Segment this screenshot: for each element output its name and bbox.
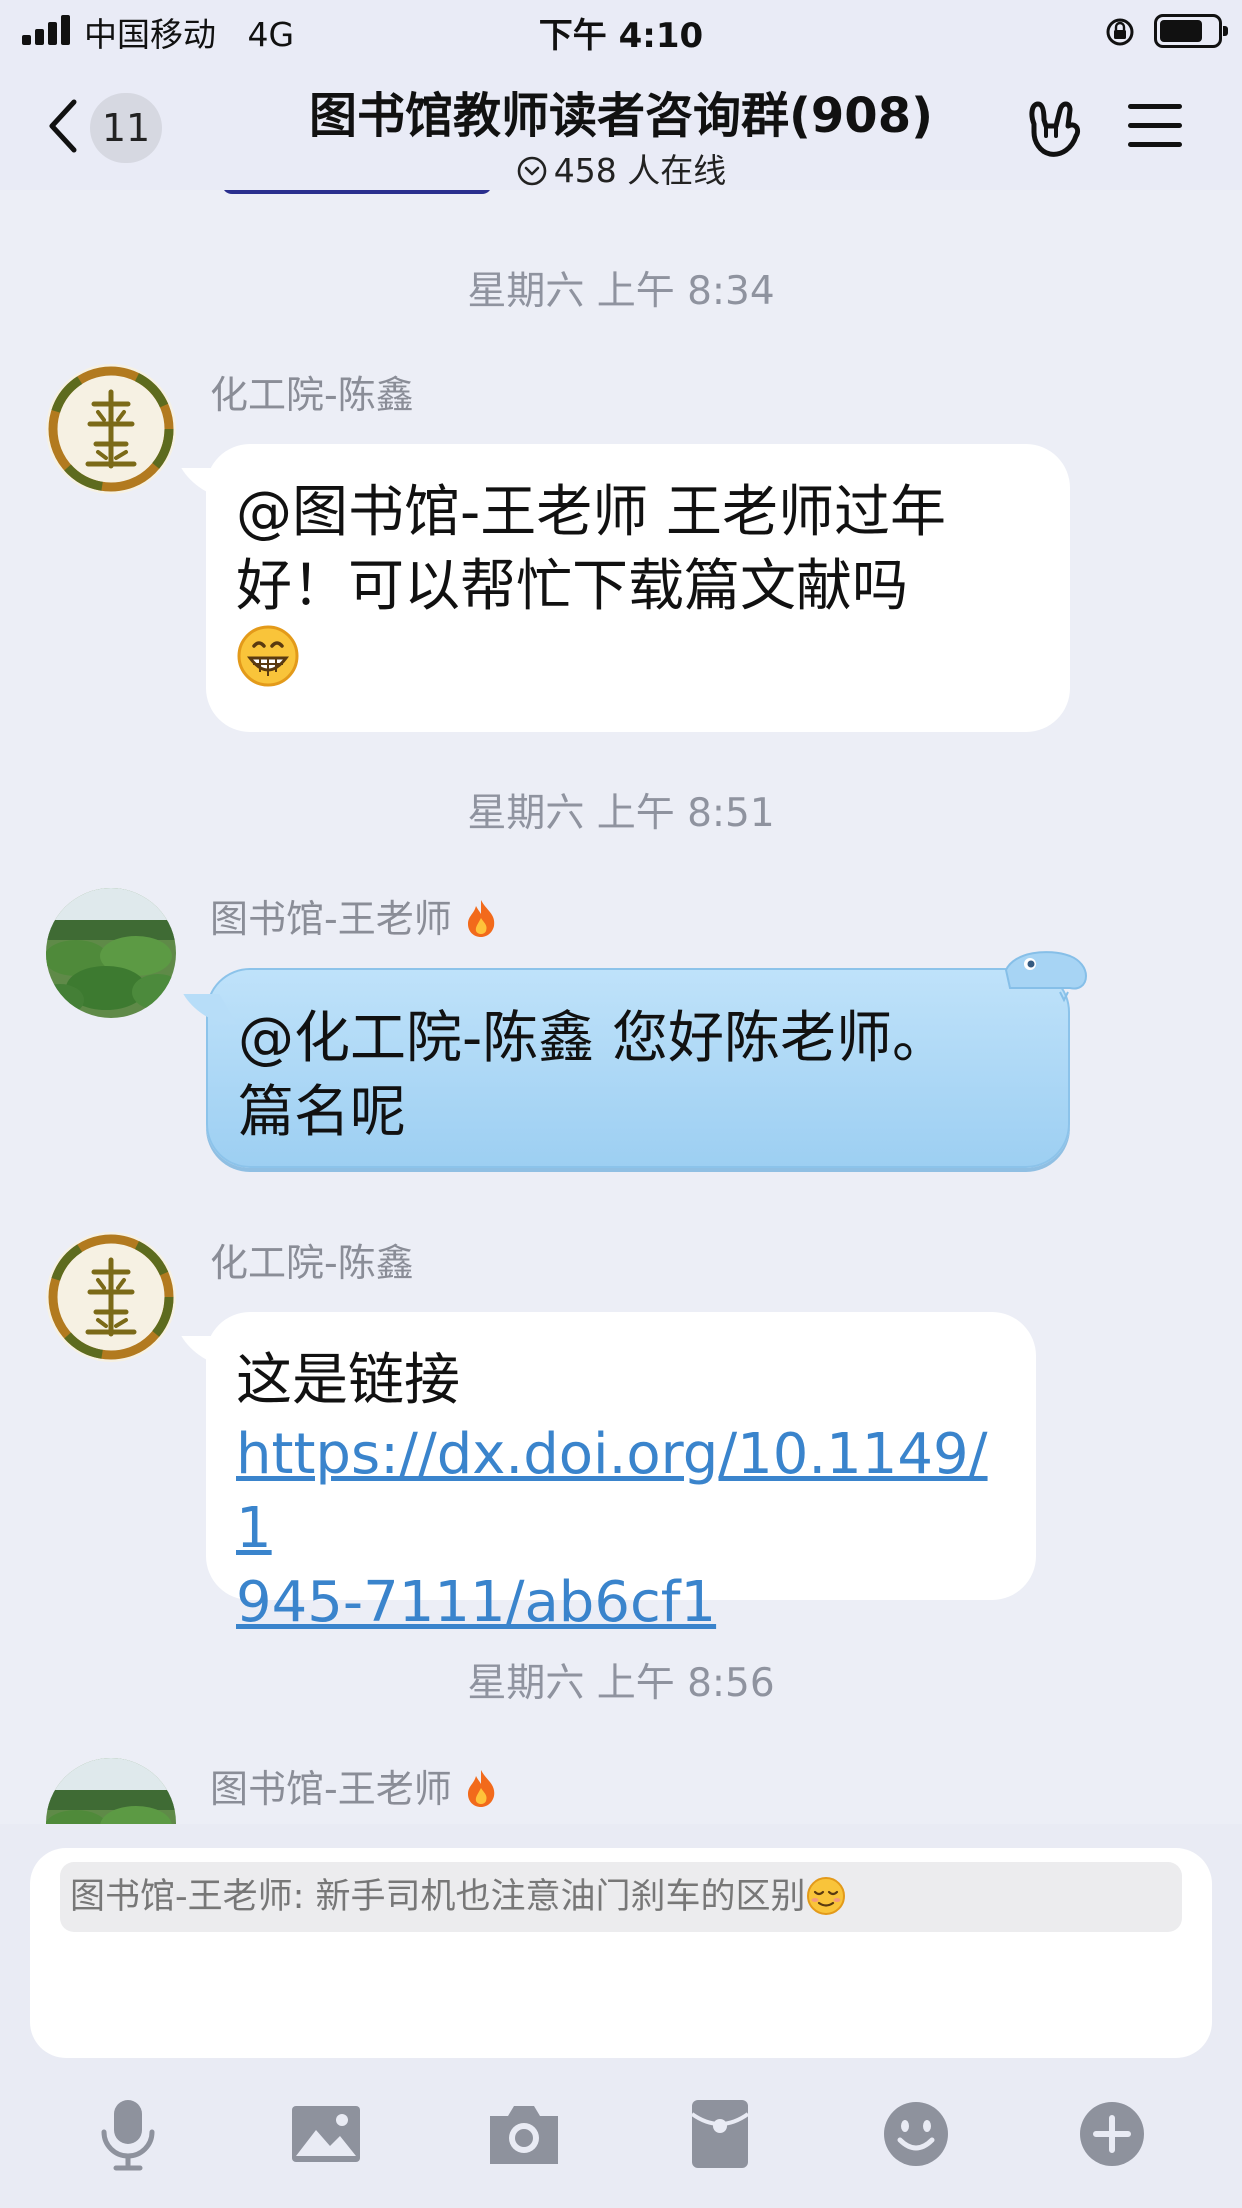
quoted-reply-text: 图书馆-王老师: 新手司机也注意油门刹车的区别 [70, 1877, 806, 1917]
message-bubble[interactable]: @图书馆-王老师 王老师过年 好！可以帮忙下载篇文献吗 [206, 444, 1070, 732]
smiling-face-icon [806, 1877, 845, 1915]
message-line: @图书馆-王老师 王老师过年 [236, 480, 947, 545]
message-bubble[interactable]: @化工院-陈鑫 您好陈老师。 篇名呢 [206, 968, 1070, 1168]
previous-message-tail [222, 190, 492, 194]
input-toolbar [0, 2094, 1242, 2194]
rock-hand-icon[interactable] [1020, 96, 1086, 162]
status-bar: 中国移动 4G 下午 4:10 [0, 0, 1242, 62]
message-list[interactable]: 星期六 上午 8:34 化工院-陈鑫 @图书馆-王老师 王老师过年 好！可以帮忙… [0, 190, 1242, 1824]
battery-icon [1154, 14, 1228, 48]
avatar[interactable] [46, 1232, 176, 1362]
sender-name: 化工院-陈鑫 [210, 373, 414, 417]
red-packet-icon[interactable] [680, 2094, 760, 2174]
doi-link[interactable]: https://dx.doi.org/10.1149/1 945-7111/ab… [236, 1418, 1008, 1640]
message-line: @化工院-陈鑫 您好陈老师。 [238, 1006, 949, 1071]
rotation-lock-icon [1106, 18, 1134, 46]
message-line: 好！可以帮忙下载篇文献吗 [236, 554, 908, 619]
image-icon[interactable] [286, 2094, 366, 2174]
sender-name: 图书馆-王老师 [210, 1758, 498, 1813]
menu-icon[interactable] [1128, 102, 1182, 150]
timestamp: 星期六 上午 8:56 [467, 1661, 775, 1706]
chevron-down-circle-icon [517, 156, 547, 186]
timestamp: 星期六 上午 8:51 [467, 791, 775, 836]
message-text: 这是链接 [236, 1348, 460, 1413]
plus-icon[interactable] [1072, 2094, 1152, 2174]
bubble-decoration-icon [1004, 951, 1088, 1003]
lotus-avatar-icon [46, 1758, 176, 1824]
lotus-avatar-icon [46, 888, 176, 1016]
online-count-text: 458 人在线 [553, 151, 727, 190]
flame-icon [467, 1770, 494, 1807]
flame-icon [467, 900, 494, 937]
grinning-face-icon [237, 625, 299, 687]
emoji-icon[interactable] [876, 2094, 956, 2174]
link-line[interactable]: https://dx.doi.org/10.1149/1 [236, 1418, 1008, 1566]
avatar[interactable] [46, 888, 176, 1018]
avatar[interactable] [46, 1758, 176, 1824]
emblem-avatar-icon [48, 366, 174, 492]
microphone-icon[interactable] [88, 2094, 168, 2174]
chat-header: 11 图书馆教师读者咨询群(908) 458 人在线 [0, 62, 1242, 190]
input-panel: 图书馆-王老师: 新手司机也注意油门刹车的区别 [0, 1824, 1242, 2208]
link-line[interactable]: 945-7111/ab6cf1 [236, 1566, 1008, 1640]
timestamp: 星期六 上午 8:34 [467, 269, 775, 314]
message-line: 篇名呢 [238, 1080, 406, 1145]
message-bubble[interactable]: 这是链接 https://dx.doi.org/10.1149/1 945-71… [206, 1312, 1036, 1635]
emblem-avatar-icon [48, 1234, 174, 1360]
message-input[interactable]: 图书馆-王老师: 新手司机也注意油门刹车的区别 [30, 1848, 1212, 2058]
clock: 下午 4:10 [538, 16, 704, 56]
camera-icon[interactable] [484, 2094, 564, 2174]
quoted-reply-chip[interactable]: 图书馆-王老师: 新手司机也注意油门刹车的区别 [60, 1862, 1182, 1932]
sender-name: 图书馆-王老师 [210, 888, 498, 943]
sender-name-text: 图书馆-王老师 [210, 1767, 452, 1811]
sender-name: 化工院-陈鑫 [210, 1241, 414, 1285]
sender-name-text: 图书馆-王老师 [210, 897, 452, 941]
group-title[interactable]: 图书馆教师读者咨询群(908) [200, 76, 1042, 146]
avatar[interactable] [46, 364, 176, 494]
